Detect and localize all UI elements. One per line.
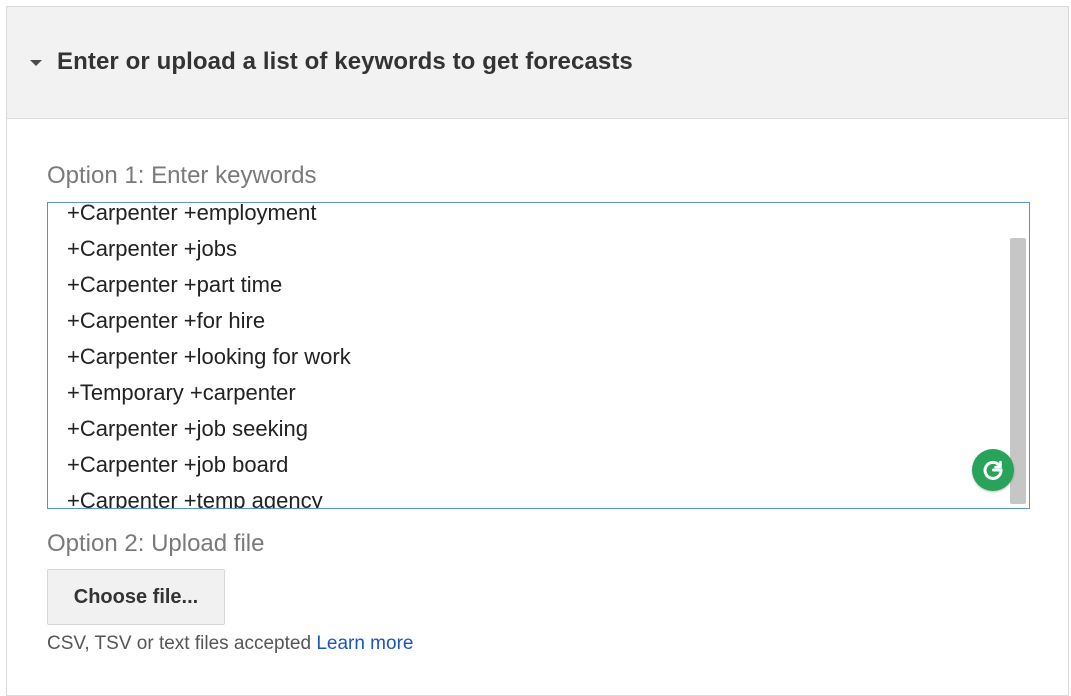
- caret-down-icon[interactable]: [30, 60, 42, 66]
- keyword-line: +Carpenter +temp agency: [67, 488, 323, 509]
- option1-label: Option 1: Enter keywords: [47, 162, 317, 189]
- keyword-line: +Carpenter +looking for work: [67, 344, 351, 369]
- panel-header[interactable]: Enter or upload a list of keywords to ge…: [7, 7, 1068, 119]
- accepted-files-text: CSV, TSV or text files accepted: [47, 633, 317, 654]
- keyword-line: +Carpenter +job board: [67, 452, 289, 477]
- keyword-line: +Carpenter +job seeking: [67, 416, 308, 441]
- learn-more-link[interactable]: Learn more: [316, 633, 413, 654]
- option2-label: Option 2: Upload file: [47, 530, 265, 557]
- keyword-line: +Carpenter +part time: [67, 272, 283, 297]
- keyword-line: +Carpenter +for hire: [67, 308, 266, 333]
- upload-help: CSV, TSV or text files accepted Learn mo…: [47, 633, 413, 655]
- keyword-line: +Carpenter +employment: [67, 202, 317, 225]
- choose-file-button[interactable]: Choose file...: [47, 569, 225, 625]
- keyword-line: +Carpenter +jobs: [67, 236, 237, 261]
- grammarly-icon[interactable]: [972, 449, 1014, 491]
- keyword-forecast-panel: Enter or upload a list of keywords to ge…: [6, 6, 1069, 696]
- keywords-textarea[interactable]: +Carpenter +employment +Carpenter +jobs +C…: [47, 202, 1030, 509]
- panel-title: Enter or upload a list of keywords to ge…: [57, 48, 633, 75]
- keywords-list: +Carpenter +employment +Carpenter +jobs +C…: [67, 202, 351, 509]
- keyword-line: +Temporary +carpenter: [67, 380, 296, 405]
- grammarly-g-glyph: [983, 460, 1003, 480]
